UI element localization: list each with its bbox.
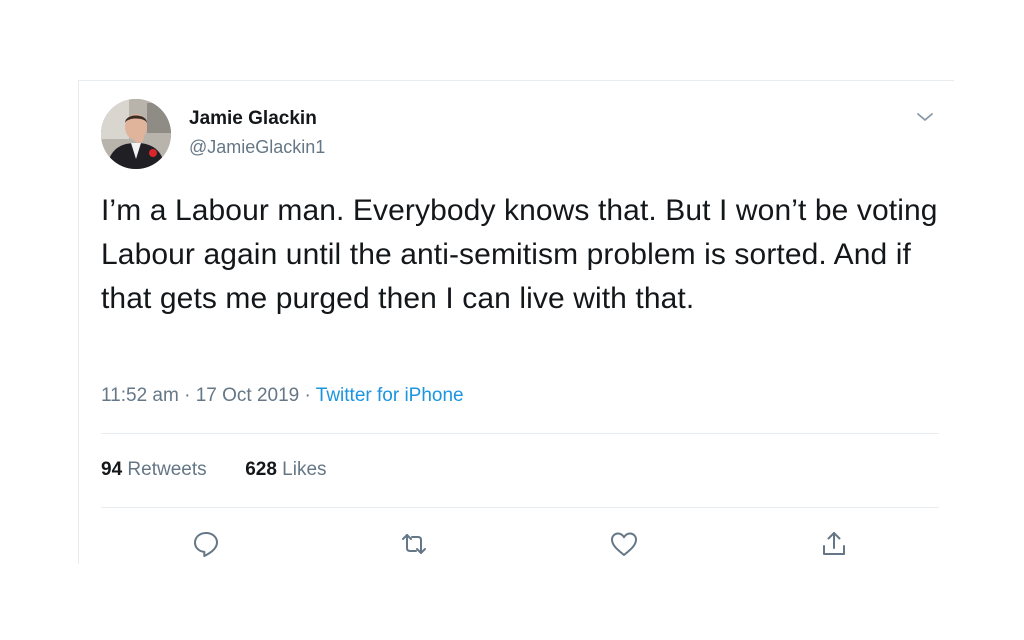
meta-separator: · [304, 385, 311, 406]
author-handle[interactable]: @JamieGlackin1 [189, 137, 325, 158]
chevron-down-icon[interactable] [913, 105, 937, 129]
share-icon[interactable] [819, 529, 849, 559]
reply-icon[interactable] [191, 529, 221, 559]
tweet-card: Jamie Glackin @JamieGlackin1 I’m a Labou… [78, 80, 954, 564]
tweet-date[interactable]: 17 Oct 2019 [196, 385, 300, 406]
tweet-text: I’m a Labour man. Everybody knows that. … [101, 194, 938, 315]
avatar[interactable] [101, 99, 171, 169]
tweet-time[interactable]: 11:52 am [101, 385, 179, 406]
avatar-photo [101, 99, 171, 169]
author-name[interactable]: Jamie Glackin [189, 108, 317, 130]
retweets-label: Retweets [127, 459, 207, 480]
tweet-source-link[interactable]: Twitter for iPhone [316, 385, 464, 406]
tweet-stats: 94 Retweets 628 Likes [101, 459, 327, 481]
likes-stat[interactable]: 628 Likes [245, 459, 326, 480]
retweets-stat[interactable]: 94 Retweets [101, 459, 212, 480]
retweet-icon[interactable] [399, 529, 429, 559]
tweet-meta: 11:52 am · 17 Oct 2019 · Twitter for iPh… [101, 385, 464, 407]
likes-label: Likes [282, 459, 327, 480]
divider [101, 507, 939, 508]
meta-separator: · [184, 385, 191, 406]
retweets-count: 94 [101, 459, 123, 480]
divider [101, 433, 939, 434]
likes-count: 628 [245, 459, 277, 480]
like-icon[interactable] [609, 529, 639, 559]
